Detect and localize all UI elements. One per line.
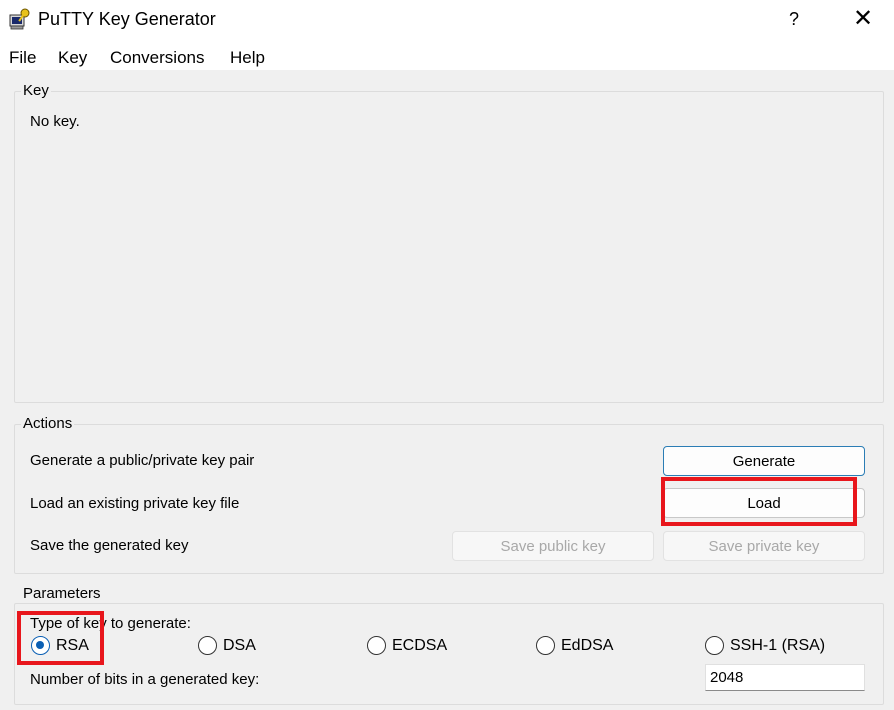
title-bar: PuTTY Key Generator ? ✕ bbox=[0, 0, 894, 40]
load-highlight-box bbox=[661, 477, 857, 526]
menu-key[interactable]: Key bbox=[58, 48, 87, 68]
save-private-key-button[interactable]: Save private key bbox=[663, 531, 865, 561]
radio-dsa-label: DSA bbox=[223, 637, 256, 654]
radio-circle-dsa[interactable] bbox=[198, 636, 217, 655]
actions-group-title: Actions bbox=[21, 415, 75, 432]
window-title: PuTTY Key Generator bbox=[38, 9, 216, 29]
radio-ssh1-rsa-label: SSH-1 (RSA) bbox=[730, 637, 826, 654]
menu-bar: File Key Conversions Help bbox=[0, 40, 894, 70]
parameters-group-title: Parameters bbox=[21, 585, 103, 602]
close-button[interactable]: ✕ bbox=[848, 6, 878, 34]
bits-input[interactable]: 2048 bbox=[705, 664, 865, 691]
radio-circle-eddsa[interactable] bbox=[536, 636, 555, 655]
load-label: Load an existing private key file bbox=[30, 495, 240, 512]
key-group bbox=[14, 91, 884, 403]
radio-circle-ecdsa[interactable] bbox=[367, 636, 386, 655]
generate-button[interactable]: Generate bbox=[663, 446, 865, 476]
menu-help[interactable]: Help bbox=[230, 48, 265, 68]
radio-ssh1-rsa[interactable]: SSH-1 (RSA) bbox=[705, 636, 845, 658]
help-button[interactable]: ? bbox=[779, 6, 809, 34]
menu-file[interactable]: File bbox=[9, 48, 36, 68]
key-status: No key. bbox=[30, 113, 80, 130]
save-label: Save the generated key bbox=[30, 537, 189, 554]
menu-conversions[interactable]: Conversions bbox=[110, 48, 205, 68]
generate-label: Generate a public/private key pair bbox=[30, 452, 255, 469]
radio-eddsa-label: EdDSA bbox=[561, 637, 614, 654]
radio-ecdsa[interactable]: ECDSA bbox=[367, 636, 457, 658]
putty-keygen-icon bbox=[9, 8, 30, 30]
key-group-title: Key bbox=[21, 82, 51, 99]
rsa-highlight-box bbox=[17, 611, 104, 665]
radio-circle-ssh1-rsa[interactable] bbox=[705, 636, 724, 655]
radio-eddsa[interactable]: EdDSA bbox=[536, 636, 626, 658]
bits-label: Number of bits in a generated key: bbox=[30, 671, 260, 688]
radio-ecdsa-label: ECDSA bbox=[392, 637, 448, 654]
radio-dsa[interactable]: DSA bbox=[198, 636, 268, 658]
save-public-key-button[interactable]: Save public key bbox=[452, 531, 654, 561]
